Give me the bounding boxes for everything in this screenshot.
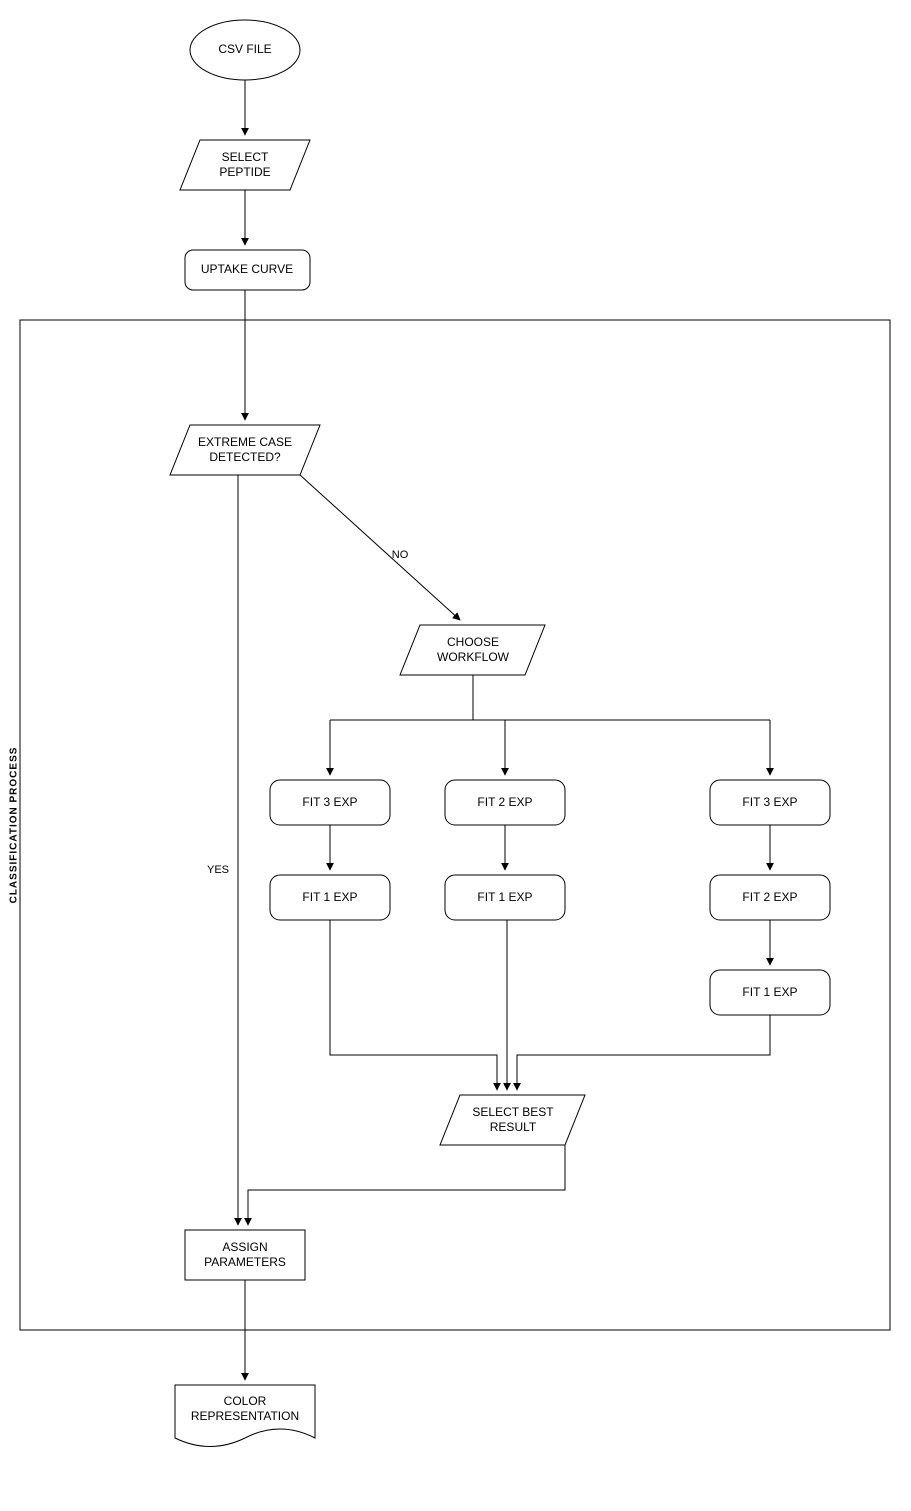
node-assign-l1: ASSIGN (222, 1240, 267, 1254)
node-extreme-l2: DETECTED? (209, 450, 281, 464)
node-color-l2: REPRESENTATION (191, 1409, 299, 1423)
node-color-l1: COLOR (224, 1394, 267, 1408)
node-fit1b-label: FIT 1 EXP (477, 890, 532, 904)
node-fit3a-label: FIT 3 EXP (302, 795, 357, 809)
node-choose-l1: CHOOSE (447, 635, 499, 649)
frame-label: CLASSIFICATION PROCESS (9, 747, 20, 904)
node-fit1a-label: FIT 1 EXP (302, 890, 357, 904)
edge-no-label: NO (392, 549, 409, 561)
node-fit2c-label: FIT 2 EXP (742, 890, 797, 904)
node-fit2a-label: FIT 2 EXP (477, 795, 532, 809)
node-choose-l2: WORKFLOW (437, 650, 510, 664)
node-uptake-label: UPTAKE CURVE (201, 262, 293, 276)
node-fit3c-label: FIT 3 EXP (742, 795, 797, 809)
node-extreme-l1: EXTREME CASE (198, 435, 292, 449)
edge-yes-label: YES (207, 864, 229, 876)
node-select-peptide-l1: SELECT (222, 150, 269, 164)
flowchart: CLASSIFICATION PROCESS CSV FILE SELECT P… (0, 0, 911, 1511)
node-best-l1: SELECT BEST (472, 1105, 554, 1119)
node-select-peptide-l2: PEPTIDE (219, 165, 270, 179)
node-fit1c-label: FIT 1 EXP (742, 985, 797, 999)
node-best-l2: RESULT (490, 1120, 537, 1134)
node-csv-label: CSV FILE (218, 42, 271, 56)
node-assign-l2: PARAMETERS (204, 1255, 286, 1269)
